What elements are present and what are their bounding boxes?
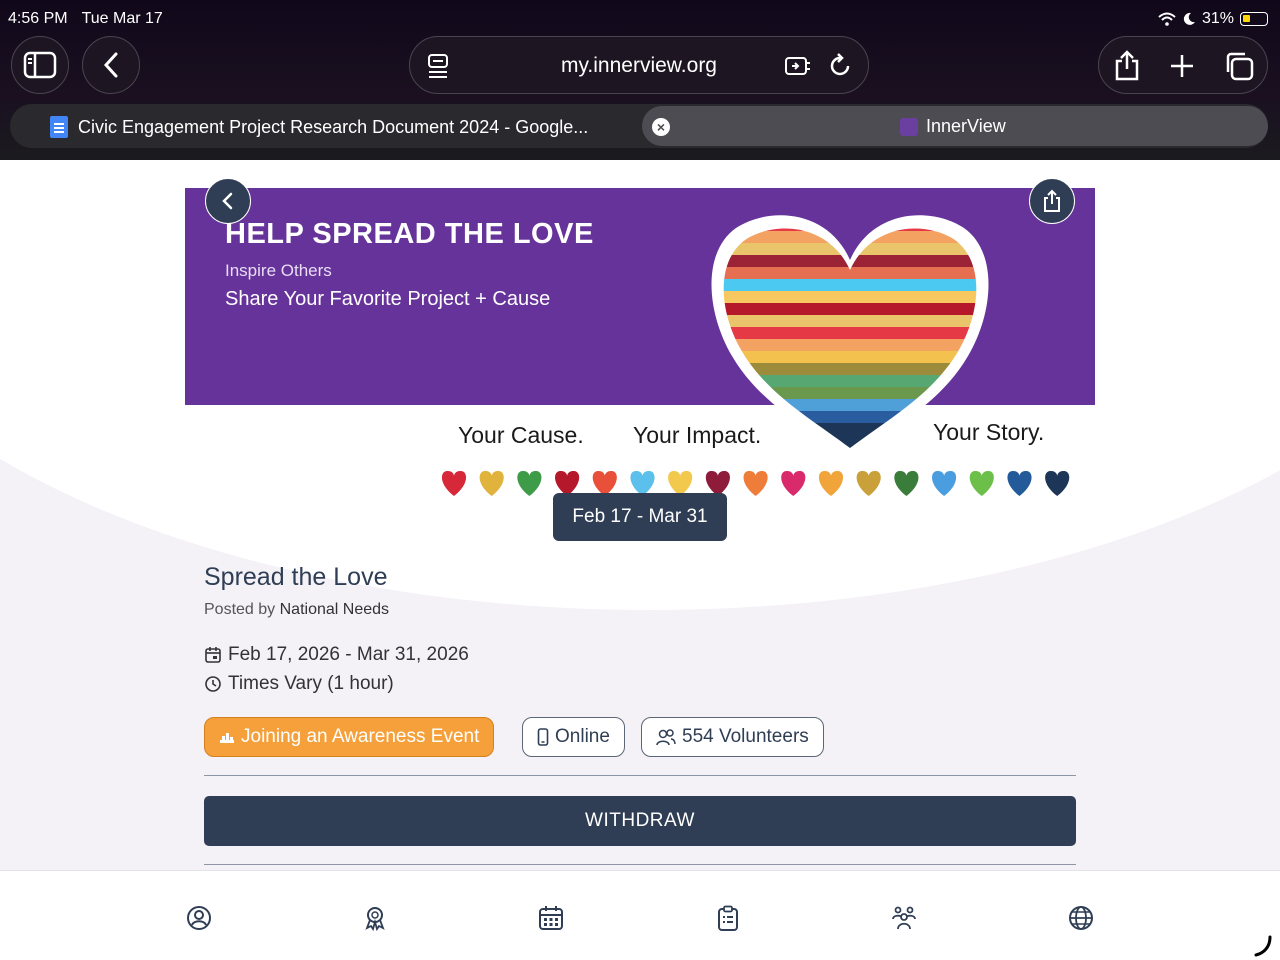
address-bar[interactable]: my.innerview.org — [409, 36, 869, 94]
banner-tagline: Your Cause. — [458, 422, 584, 448]
tab-label: Civic Engagement Project Research Docume… — [78, 116, 589, 137]
event-time-row: Times Vary (1 hour) — [204, 673, 394, 695]
nav-community[interactable] — [891, 905, 917, 931]
status-date: Tue Mar 17 — [81, 10, 163, 27]
heart-icon — [894, 470, 919, 496]
event-banner: HELP SPREAD THE LOVE Inspire Others Shar… — [185, 188, 1095, 513]
reload-icon[interactable] — [828, 52, 852, 78]
banner-subtitle: Inspire Others — [225, 261, 332, 280]
status-bar: 4:56 PM Tue Mar 17 — [8, 10, 163, 28]
banner-tagline: Your Impact. — [633, 422, 762, 448]
page-content: HELP SPREAD THE LOVE Inspire Others Shar… — [0, 160, 1280, 870]
google-docs-icon — [50, 116, 68, 138]
battery-icon — [1240, 12, 1268, 26]
heart-icon — [818, 470, 844, 496]
megaphone-icon — [220, 733, 234, 743]
award-icon — [365, 907, 385, 931]
clock-icon — [205, 676, 221, 692]
chevron-left-icon — [103, 52, 118, 78]
nav-calendar[interactable] — [538, 905, 564, 931]
calendar-icon — [205, 647, 221, 663]
nav-profile[interactable] — [186, 905, 212, 931]
heart-icon — [969, 470, 994, 496]
banner-subtitle: Share Your Favorite Project + Cause — [225, 288, 551, 310]
chevron-left-icon — [222, 192, 233, 210]
sidebar-toggle-button[interactable] — [11, 36, 69, 94]
heart-icon — [743, 470, 768, 496]
location-label: Online — [555, 726, 610, 747]
back-button[interactable] — [82, 36, 140, 94]
tab-bar: Civic Engagement Project Research Docume… — [10, 104, 1268, 148]
innerview-favicon — [900, 117, 918, 136]
event-title: Spread the Love — [204, 563, 388, 591]
tab-innerview[interactable]: × InnerView — [642, 106, 1268, 146]
volunteers-label: 554 Volunteers — [682, 726, 809, 747]
calendar-icon — [539, 906, 563, 930]
heart-icon — [441, 470, 467, 496]
category-label: Joining an Awareness Event — [241, 726, 480, 747]
share-icon — [1044, 189, 1060, 212]
organization-link[interactable]: National Needs — [280, 601, 389, 618]
heart-icon — [856, 470, 881, 496]
heart-icon — [479, 470, 504, 496]
nav-tasks[interactable] — [715, 905, 741, 931]
heart-icon — [517, 470, 542, 496]
extension-icon[interactable] — [784, 54, 812, 78]
withdraw-button[interactable]: WITHDRAW — [204, 796, 1076, 846]
mini-hearts-row — [441, 470, 1070, 496]
browser-chrome: 4:56 PM Tue Mar 17 31% my.innerview.org — [0, 0, 1280, 160]
posted-by-prefix: Posted by — [204, 601, 276, 618]
banner-back-button[interactable] — [205, 178, 251, 224]
toolbar-actions — [1098, 36, 1268, 94]
status-indicators: 31% — [1158, 10, 1268, 28]
heart-icon — [1045, 470, 1070, 496]
status-time: 4:56 PM — [8, 10, 68, 27]
share-icon[interactable] — [1113, 49, 1141, 81]
tab-label: InnerView — [926, 116, 1006, 136]
tabs-overview-icon[interactable] — [1223, 50, 1255, 82]
wifi-icon — [1158, 12, 1176, 26]
battery-percent: 31% — [1201, 10, 1234, 27]
new-tab-icon[interactable] — [1169, 53, 1195, 79]
profile-icon — [187, 906, 211, 930]
event-date-row: Feb 17, 2026 - Mar 31, 2026 — [204, 644, 469, 666]
group-icon — [892, 906, 916, 930]
nav-explore[interactable] — [1068, 905, 1094, 931]
sidebar-icon — [23, 51, 57, 79]
posted-by: Posted by National Needs — [204, 601, 389, 619]
location-chip[interactable]: Online — [522, 717, 625, 757]
globe-icon — [1069, 906, 1093, 930]
heart-icon — [1007, 470, 1032, 496]
category-chip[interactable]: Joining an Awareness Event — [204, 717, 495, 757]
banner-share-button[interactable] — [1029, 178, 1075, 224]
users-icon — [656, 729, 676, 746]
nav-awards[interactable] — [362, 905, 388, 931]
banner-title: HELP SPREAD THE LOVE — [225, 218, 594, 250]
close-tab-icon[interactable]: × — [652, 118, 670, 136]
resize-handle-icon[interactable] — [1254, 935, 1274, 957]
clipboard-icon — [718, 905, 738, 931]
event-time: Times Vary (1 hour) — [228, 673, 394, 694]
divider — [204, 864, 1076, 865]
heart-icon — [781, 470, 806, 496]
moon-icon — [1183, 12, 1195, 25]
heart-icon — [932, 470, 957, 496]
phone-icon — [537, 728, 549, 746]
tab-google-doc[interactable]: Civic Engagement Project Research Docume… — [50, 116, 588, 138]
volunteers-chip[interactable]: 554 Volunteers — [641, 717, 824, 757]
banner-tagline: Your Story. — [933, 419, 1045, 445]
bottom-nav — [0, 870, 1280, 960]
date-range-badge: Feb 17 - Mar 31 — [553, 493, 727, 541]
divider — [204, 775, 1076, 776]
event-date-range: Feb 17, 2026 - Mar 31, 2026 — [228, 644, 469, 665]
